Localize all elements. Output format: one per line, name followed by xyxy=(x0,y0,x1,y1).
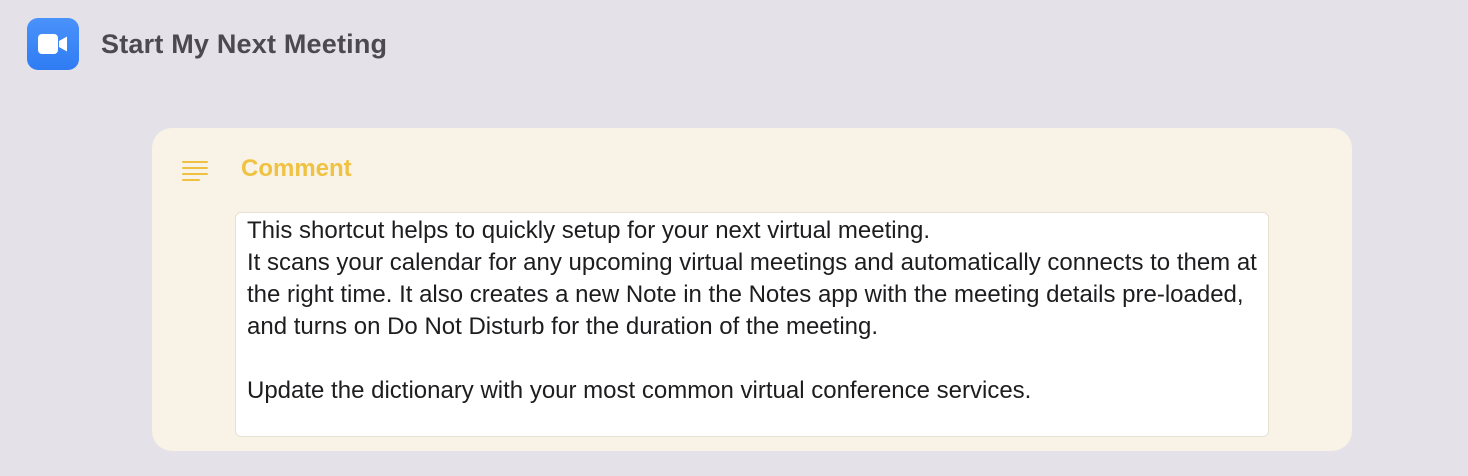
video-camera-icon[interactable] xyxy=(27,18,79,70)
text-lines-icon xyxy=(182,161,208,183)
comment-action-card[interactable]: Comment This shortcut helps to quickly s… xyxy=(152,128,1352,451)
action-label: Comment xyxy=(241,155,352,182)
shortcut-title[interactable]: Start My Next Meeting xyxy=(101,29,387,60)
comment-text-field[interactable]: This shortcut helps to quickly setup for… xyxy=(235,212,1269,437)
shortcut-header: Start My Next Meeting xyxy=(27,18,387,70)
